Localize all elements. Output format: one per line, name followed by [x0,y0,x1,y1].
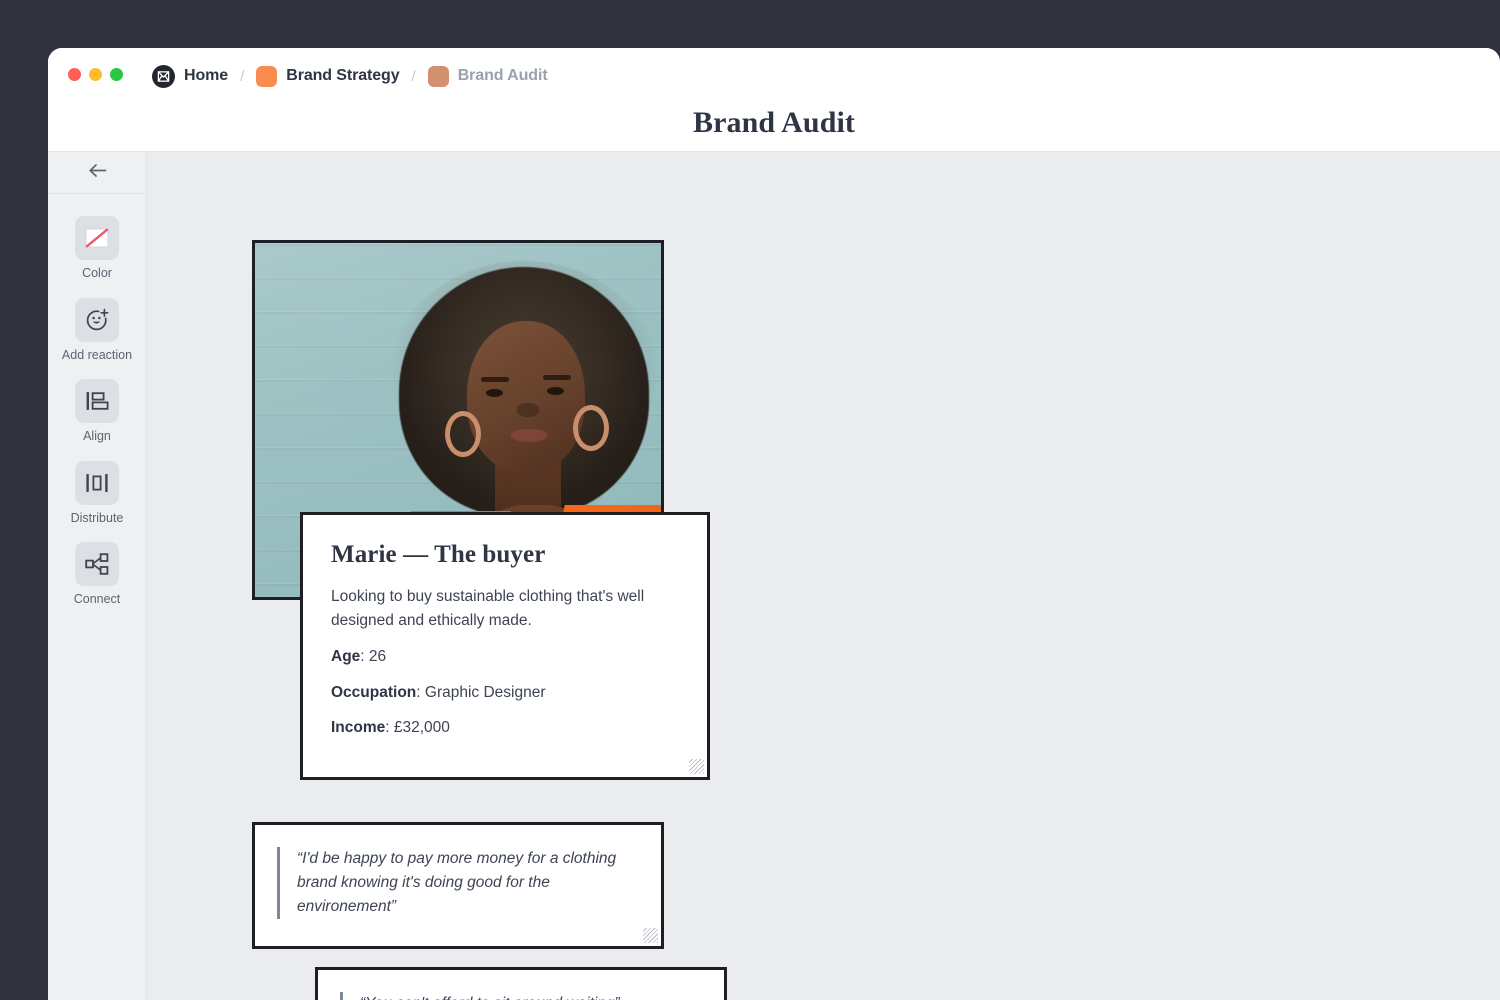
quote-card-text: “You can't afford to sit around waiting” [360,992,620,1000]
align-left-icon [75,379,119,423]
breadcrumb-separator-2: / [410,68,418,85]
breadcrumb-item-home[interactable]: Home [152,65,228,88]
persona-field-income: Income: £32,000 [331,717,679,739]
persona-field-age-label: Age [331,648,360,665]
app-window: Home / Brand Strategy / Brand Audit Bran… [48,48,1500,1000]
tool-button-color[interactable]: Color [48,216,146,280]
resize-handle[interactable] [689,759,704,774]
tool-button-distribute[interactable]: Distribute [48,461,146,525]
home-mark-icon [152,65,175,88]
tool-label-distribute: Distribute [71,512,124,525]
quote-card-text: “I'd be happy to pay more money for a cl… [297,847,635,919]
breadcrumb-label-brand-strategy: Brand Strategy [286,67,399,85]
tool-label-color: Color [82,267,112,280]
canvas[interactable]: Marie — The buyer Looking to buy sustain… [147,152,1500,1000]
quote-accent-bar [277,847,280,919]
persona-field-income-label: Income [331,719,385,736]
page-title: Brand Audit [48,106,1500,140]
quote-card[interactable]: “You can't afford to sit around waiting” [315,967,727,1000]
persona-field-occupation: Occupation: Graphic Designer [331,682,679,704]
persona-field-age: Age: 26 [331,646,679,668]
tool-button-add-reaction[interactable]: Add reaction [48,298,146,362]
persona-card[interactable]: Marie — The buyer Looking to buy sustain… [300,512,710,780]
maximize-window-button[interactable] [110,68,123,81]
persona-field-age-value: 26 [369,648,386,665]
connect-nodes-icon [75,542,119,586]
breadcrumb-separator-1: / [238,68,246,85]
color-swatch-icon-brand-strategy [256,66,277,87]
minimize-window-button[interactable] [89,68,102,81]
quote-accent-bar [340,992,343,1000]
window-titlebar: Home / Brand Strategy / Brand Audit Bran… [48,48,1500,152]
distribute-horizontal-icon [75,461,119,505]
quote-card[interactable]: “I'd be happy to pay more money for a cl… [252,822,664,949]
persona-field-occupation-label: Occupation [331,684,416,701]
persona-card-description: Looking to buy sustainable clothing that… [331,585,679,632]
breadcrumb-label-brand-audit: Brand Audit [458,67,548,85]
color-swatch-icon-brand-audit [428,66,449,87]
tool-rail: Color Add reaction [48,152,147,1000]
breadcrumb-item-brand-audit[interactable]: Brand Audit [428,66,548,87]
tool-button-align[interactable]: Align [48,379,146,443]
color-none-icon [75,216,119,260]
tool-rail-items: Color Add reaction [48,194,146,624]
window-body: Color Add reaction [48,152,1500,1000]
emoji-plus-icon [75,298,119,342]
tool-label-add-reaction: Add reaction [62,349,132,362]
resize-handle[interactable] [643,928,658,943]
tool-button-connect[interactable]: Connect [48,542,146,606]
persona-field-income-value: £32,000 [394,719,450,736]
tool-label-connect: Connect [74,593,121,606]
tool-rail-header [48,152,146,194]
breadcrumb-label-home: Home [184,67,228,85]
close-window-button[interactable] [68,68,81,81]
window-controls[interactable] [68,68,123,81]
breadcrumb: Home / Brand Strategy / Brand Audit [152,62,548,90]
persona-card-title: Marie — The buyer [331,541,679,569]
arrow-left-icon[interactable] [88,163,107,183]
tool-label-align: Align [83,430,111,443]
persona-field-occupation-value: Graphic Designer [425,684,546,701]
breadcrumb-item-brand-strategy[interactable]: Brand Strategy [256,66,399,87]
